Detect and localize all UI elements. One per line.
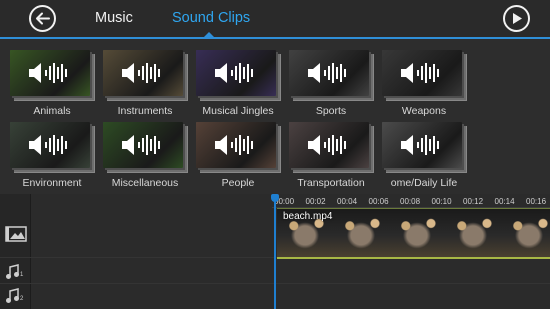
sound-clips-grid: Animals Instruments Musical Jingles Sports W… xyxy=(0,39,550,194)
video-frame-thumbnail xyxy=(389,209,445,257)
sound-wave-icon xyxy=(122,63,160,83)
playhead[interactable] xyxy=(274,196,276,309)
clip-thumbnail xyxy=(196,122,276,168)
playhead-handle[interactable] xyxy=(271,194,279,202)
sound-wave-icon xyxy=(29,135,67,155)
sound-wave-icon xyxy=(122,135,160,155)
video-frame-thumbnail xyxy=(333,209,389,257)
arrow-left-icon xyxy=(36,12,50,25)
active-tab-indicator xyxy=(203,32,215,38)
clip-thumbnail xyxy=(196,50,276,96)
play-button[interactable] xyxy=(503,5,530,32)
clip-thumbnail xyxy=(382,122,462,168)
top-bar: Music Sound Clips xyxy=(0,0,550,38)
music-track-1-icon: 1 xyxy=(5,264,25,285)
clip-label: Weapons xyxy=(401,105,447,117)
time-tick-label: 00:02 xyxy=(305,197,326,206)
video-clip-name: beach.mp4 xyxy=(283,211,333,222)
time-tick-label: 00:04 xyxy=(337,197,358,206)
video-frame-thumbnail xyxy=(445,209,501,257)
clip-label: ome/Daily Life xyxy=(390,177,458,189)
clip-thumbnail xyxy=(289,50,369,96)
sound-wave-icon xyxy=(401,63,439,83)
clip-thumbnail xyxy=(10,50,90,96)
time-tick-label: 00:08 xyxy=(400,197,421,206)
time-tick-label: 00:06 xyxy=(368,197,389,206)
timeline: 00:00 00:02 00:04 00:06 00:08 00:10 00:12 00:14… xyxy=(0,194,550,309)
music-track-2-icon: 2 xyxy=(5,288,25,309)
sound-wave-icon xyxy=(308,63,346,83)
clip-thumbnail xyxy=(382,50,462,96)
time-tick-label: 00:12 xyxy=(463,197,484,206)
video-track-icon xyxy=(5,226,27,247)
time-tick-label: 00:10 xyxy=(431,197,452,206)
sound-wave-icon xyxy=(29,63,67,83)
clip-thumbnail xyxy=(103,122,183,168)
track-number: 1 xyxy=(20,272,24,278)
video-frame-thumbnail xyxy=(501,209,550,257)
clip-thumbnail xyxy=(103,50,183,96)
play-icon xyxy=(512,13,522,24)
sound-wave-icon xyxy=(401,135,439,155)
sound-wave-icon xyxy=(308,135,346,155)
tab-sound-clips[interactable]: Sound Clips xyxy=(172,10,250,26)
sound-wave-icon xyxy=(215,63,253,83)
sound-wave-icon xyxy=(215,135,253,155)
time-tick-label: 00:16 xyxy=(526,197,547,206)
track-number: 2 xyxy=(20,296,24,302)
time-tick-label: 00:14 xyxy=(494,197,515,206)
tab-music[interactable]: Music xyxy=(95,10,133,26)
clip-thumbnail xyxy=(10,122,90,168)
back-button[interactable] xyxy=(29,5,56,32)
clip-thumbnail xyxy=(289,122,369,168)
